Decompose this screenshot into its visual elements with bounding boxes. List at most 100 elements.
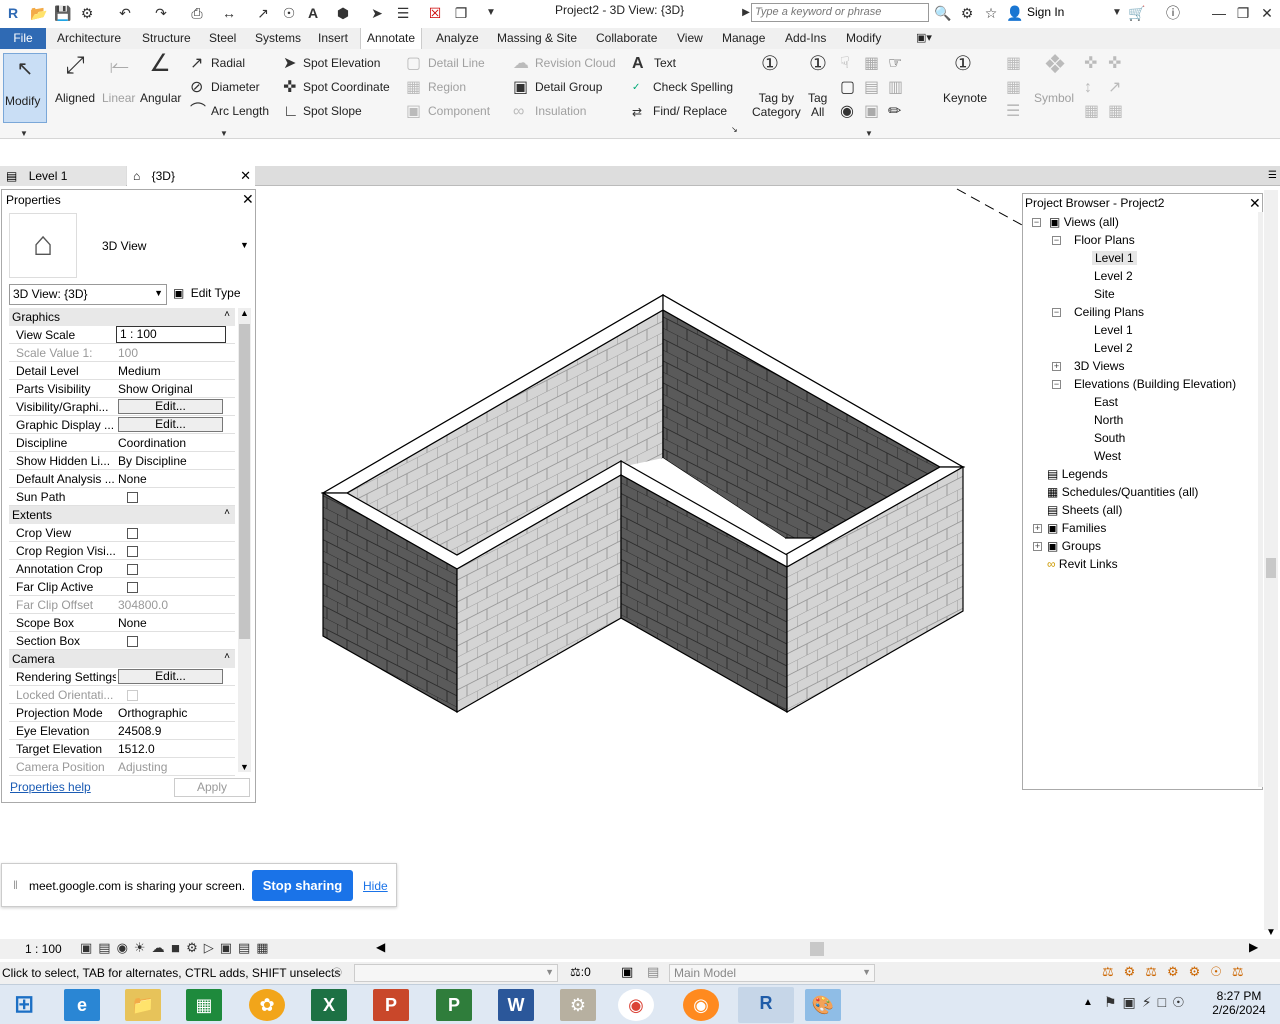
property-row[interactable]: Far Clip Offset 304800.0 (9, 596, 235, 614)
undo-icon[interactable]: ↶ (116, 4, 134, 22)
type-selector-dropdown-icon[interactable]: ▼ (240, 240, 249, 250)
edit-type-button[interactable]: ▣ Edit Type (173, 284, 249, 305)
aligned-dimension-icon[interactable]: ⤢ (60, 54, 90, 78)
property-value[interactable]: By Discipline (118, 454, 228, 468)
collapse-floor-plans-icon[interactable]: − (1052, 236, 1061, 245)
stair-path-icon[interactable]: ✏ (888, 103, 901, 121)
customize-qat-icon[interactable]: ▼ (482, 4, 500, 22)
sign-in-dropdown-icon[interactable]: ▼ (1108, 4, 1126, 22)
firefox-icon[interactable]: ◉ (683, 989, 719, 1021)
subscription-icon[interactable]: ⚙ (958, 4, 976, 22)
show-hidden-icons-icon[interactable]: ▲ (1083, 997, 1093, 1008)
collapse-group-icon[interactable]: ˄ (224, 507, 230, 518)
tree-3d-views[interactable]: 3D Views (1074, 359, 1124, 373)
collapse-elevations-icon[interactable]: − (1052, 380, 1061, 389)
property-row[interactable]: Graphic Display ... Edit... (9, 416, 235, 434)
property-value[interactable]: None (118, 472, 228, 486)
property-checkbox[interactable] (127, 636, 138, 647)
canvas-vertical-scrollbar[interactable] (1264, 190, 1278, 930)
group-camera[interactable]: Camera ˄ (9, 650, 235, 668)
property-value[interactable]: 304800.0 (118, 598, 228, 612)
excel-icon[interactable]: X (311, 989, 347, 1021)
open-icon[interactable]: 📂 (30, 4, 48, 22)
paint-icon[interactable]: 🎨 (805, 989, 841, 1021)
tree-legends[interactable]: ▤ Legends (1047, 467, 1108, 481)
design-options-icon[interactable]: ▤ (647, 964, 659, 980)
property-value[interactable]: Show Original (118, 382, 228, 396)
property-value[interactable]: None (118, 616, 228, 630)
clock[interactable]: 8:27 PM 2/26/2024 (1205, 989, 1273, 1017)
tab-structure[interactable]: Structure (142, 28, 191, 49)
angular-dimension-icon[interactable]: ∠ (144, 52, 176, 76)
tab-collaborate[interactable]: Collaborate (596, 28, 657, 49)
tree-groups[interactable]: ▣ Groups (1047, 539, 1101, 553)
tab-massing-site[interactable]: Massing & Site (497, 28, 577, 49)
property-checkbox[interactable] (127, 528, 138, 539)
properties-scrollbar[interactable]: ▲ ▼ (238, 308, 251, 772)
binoculars-icon[interactable]: 🔍 (934, 4, 952, 22)
property-edit-button[interactable]: Edit... (118, 399, 223, 414)
horizontal-scroll-thumb[interactable] (810, 942, 824, 956)
property-value[interactable]: 1 : 100 (116, 326, 226, 343)
select-dropdown-icon[interactable]: ▼ (20, 125, 28, 143)
properties-scrollbar-thumb[interactable] (239, 324, 250, 639)
project-app-icon[interactable]: ▦ (186, 989, 222, 1021)
save-icon[interactable]: 💾 (54, 4, 72, 22)
tree-elevation-west[interactable]: West (1094, 449, 1121, 463)
minimize-icon[interactable]: — (1210, 4, 1228, 22)
tab-analyze[interactable]: Analyze (436, 28, 479, 49)
arc-length-button[interactable]: Arc Length (211, 104, 269, 118)
scroll-down-icon[interactable]: ▼ (240, 762, 249, 772)
aligned-dimension-icon[interactable]: ↗ (254, 4, 272, 22)
word-icon[interactable]: W (498, 989, 534, 1021)
multi-category-icon[interactable]: ▦ (864, 55, 879, 73)
workset-select[interactable]: ▼ (354, 964, 558, 982)
thin-lines-icon[interactable]: ☰ (394, 4, 412, 22)
properties-help-link[interactable]: Properties help (10, 780, 91, 794)
close-properties-icon[interactable]: ✕ (242, 191, 254, 208)
property-checkbox[interactable] (127, 492, 138, 503)
property-value[interactable]: Adjusting (118, 760, 228, 774)
default-3d-icon[interactable]: ⬢ (334, 4, 352, 22)
print-icon[interactable]: ⎙ (188, 4, 206, 22)
apply-button[interactable]: Apply (174, 778, 250, 797)
expand-families-icon[interactable]: + (1033, 524, 1042, 533)
tree-elevation-north[interactable]: North (1094, 413, 1123, 427)
property-row[interactable]: Projection Mode Orthographic (9, 704, 235, 722)
spot-elevation-button[interactable]: Spot Elevation (303, 56, 380, 70)
view-reference-icon[interactable]: ◉ (840, 103, 854, 121)
stop-sharing-button[interactable]: Stop sharing (252, 870, 353, 901)
tree-ceiling-level-1[interactable]: Level 1 (1094, 323, 1133, 337)
expand-3d-views-icon[interactable]: + (1052, 362, 1061, 371)
tab-menu-icon[interactable]: ☰ (1262, 166, 1277, 186)
view-control-icons[interactable]: ▣▤◉☀☁◾⚙▷▣▤▦ (80, 940, 275, 956)
chrome-icon[interactable]: ◉ (618, 989, 654, 1021)
property-row[interactable]: Scope Box None (9, 614, 235, 632)
selection-options-icons[interactable]: ⚖⚙⚖⚙⚙☉⚖ (1102, 964, 1254, 980)
browser-scrollbar[interactable] (1258, 212, 1263, 787)
tab-insert[interactable]: Insert (318, 28, 348, 49)
tag-by-category-button[interactable]: Tag by Category (752, 91, 801, 119)
design-option-select[interactable]: Main Model ▼ (669, 964, 875, 982)
scroll-down-arrow-icon[interactable]: ▼ (1266, 927, 1276, 938)
property-row[interactable]: View Scale 1 : 100 (9, 326, 235, 344)
modify-button[interactable]: ↖ Modify (3, 53, 47, 123)
keynote-button[interactable]: Keynote (943, 91, 987, 105)
spot-slope-button[interactable]: Spot Slope (303, 104, 362, 118)
property-row[interactable]: Eye Elevation 24508.9 (9, 722, 235, 740)
group-graphics[interactable]: Graphics ˄ (9, 308, 235, 326)
tree-elevations[interactable]: Elevations (Building Elevation) (1074, 377, 1236, 391)
area-tag-icon[interactable]: ▢ (840, 79, 855, 97)
tab-level-1[interactable]: ▤ Level 1 (0, 166, 126, 186)
property-row[interactable]: Target Elevation 1512.0 (9, 740, 235, 758)
sync-icon[interactable]: ⚙ (78, 4, 96, 22)
property-row[interactable]: Rendering Settings Edit... (9, 668, 235, 686)
property-edit-button[interactable]: Edit... (118, 417, 223, 432)
property-checkbox[interactable] (127, 582, 138, 593)
property-value[interactable]: Coordination (118, 436, 228, 450)
favorites-star-icon[interactable]: ☆ (982, 4, 1000, 22)
tab-modify[interactable]: Modify (846, 28, 881, 49)
scroll-left-icon[interactable]: ◀ (376, 940, 385, 954)
tree-schedules[interactable]: ▦ Schedules/Quantities (all) (1047, 485, 1198, 499)
help-icon[interactable]: ⓘ (1164, 4, 1182, 22)
